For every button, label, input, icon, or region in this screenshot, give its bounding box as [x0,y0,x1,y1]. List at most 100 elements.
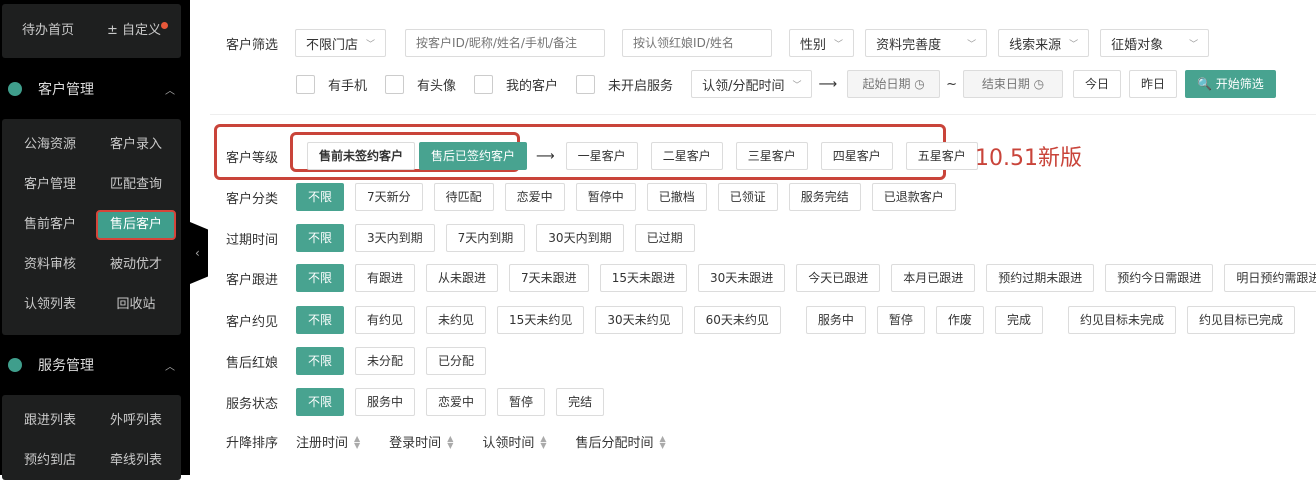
sidebar-item[interactable]: 资料审核 [10,250,90,280]
sort-option[interactable]: 售后分配时间 ▲ ▼ [576,432,666,451]
filter-option-button[interactable]: 不限 [296,183,345,211]
sort-option[interactable]: 认领时间 ▲ ▼ [482,432,546,451]
level-star-button[interactable]: 二星客户 [650,142,723,170]
sidebar-item[interactable]: 客户管理 [10,170,90,200]
sidebar-item[interactable]: 跟进列表 [10,406,90,436]
matchmaker-search-input[interactable] [622,29,773,57]
checkbox-box [474,74,494,94]
filter-option-button[interactable]: 未约见 [426,306,487,334]
section-customer-mgmt[interactable]: 客户管理 ︿ [6,74,181,104]
sidebar-item[interactable]: 认领列表 [10,290,90,320]
chevron-down-icon: ﹀ [967,39,977,50]
filter-option-button[interactable]: 15天未跟进 [599,264,687,292]
filter-option-button[interactable]: 已撤档 [646,183,707,211]
sidebar-item[interactable]: 公海资源 [10,130,90,160]
filter-row: 客户跟进 不限 有跟进 从未跟进 7天未跟进 15天未跟进 30天未跟进 今天已跟进 本月已跟进… [226,264,1316,292]
has-phone-checkbox[interactable]: 有手机 [296,74,368,94]
filter-option-button[interactable]: 3天内到期 [355,224,435,252]
filter-option-button[interactable]: 约见目标未完成 [1067,306,1176,334]
sort-arrows-icon: ▲ ▼ [659,433,666,450]
filter-option-button[interactable]: 已分配 [426,347,487,375]
filter-option-button[interactable]: 有约见 [355,306,416,334]
time-type-select[interactable]: 认领/分配时间 ﹀ [691,70,813,98]
filter-option-button[interactable]: 60天未约见 [693,306,781,334]
sort-option[interactable]: 注册时间 ▲ ▼ [296,432,360,451]
filter-option-button[interactable]: 完成 [994,306,1043,334]
filter-option-button[interactable]: 服务完结 [788,183,861,211]
filter-option-button[interactable]: 作废 [935,306,984,334]
sidebar-item[interactable]: 回收站 [96,290,176,320]
start-date-input[interactable] [847,70,941,98]
sidebar-item[interactable]: 售后客户 [96,210,176,240]
sidebar-item-custom[interactable]: ± 自定义 [94,16,174,46]
sidebar-item[interactable]: 匹配查询 [96,170,176,200]
service-not-started-checkbox[interactable]: 未开启服务 [576,74,673,94]
level-star-button[interactable]: 一星客户 [565,142,638,170]
filter-option-button[interactable]: 30天未跟进 [697,264,786,292]
filter-option-button[interactable]: 30天内到期 [536,224,624,252]
filter-option-button[interactable]: 已退款客户 [871,183,956,211]
filter-option-button[interactable]: 预约今日需跟进 [1105,264,1214,292]
filter-option-button[interactable]: 今天已跟进 [796,264,881,292]
store-select[interactable]: 不限门店 ﹀ [295,29,387,57]
sidebar-item[interactable]: 预约到店 [10,446,90,476]
filter-option-button[interactable]: 服务中 [355,388,416,416]
target-select[interactable]: 征婚对象 ﹀ [1100,29,1210,57]
filter-option-button[interactable]: 恋爱中 [426,388,487,416]
filter-option-button[interactable]: 不限 [296,347,345,375]
end-date-input[interactable] [963,70,1064,98]
level-postsale-button[interactable]: 售后已签约客户 [419,142,528,170]
filter-option-button[interactable]: 待匹配 [433,183,494,211]
filter-option-button[interactable]: 完结 [556,388,605,416]
has-avatar-checkbox[interactable]: 有头像 [385,74,456,94]
filter-option-button[interactable]: 7天新分 [355,183,423,211]
source-select[interactable]: 线索来源 ﹀ [998,29,1090,57]
level-star-button[interactable]: 四星客户 [820,142,893,170]
filter-option-button[interactable]: 未分配 [355,347,416,375]
sidebar-item[interactable]: 被动优才 [96,250,176,280]
filter-option-button[interactable]: 暂停中 [575,183,636,211]
level-presale-button[interactable]: 售前未签约客户 [307,142,416,170]
filter-option-button[interactable]: 服务中 [805,306,866,334]
filter-option-button[interactable]: 7天未跟进 [509,264,589,292]
my-customers-checkbox[interactable]: 我的客户 [474,74,558,94]
filter-option-button[interactable]: 不限 [296,224,345,252]
sidebar-item[interactable]: 售前客户 [10,210,90,240]
checkbox-label: 有手机 [328,78,368,94]
filter-option-button[interactable]: 15天未约见 [497,306,585,334]
customer-mgmt-panel: 公海资源 客户录入 客户管理 匹配查询 售前客户 售后客户 资料审核 被动优才 认领列表 回收站 [2,119,181,335]
filter-option-button[interactable]: 暂停 [497,388,546,416]
sidebar-item[interactable]: 客户录入 [96,130,176,160]
filter-option-button[interactable]: 7天内到期 [445,224,526,252]
filter-option-button[interactable]: 不限 [296,388,345,416]
filter-option-button[interactable]: 30天未约见 [595,306,683,334]
filter-option-button[interactable]: 从未跟进 [426,264,499,292]
gender-select[interactable]: 性别 ﹀ [789,29,855,57]
sidebar-item[interactable]: 牵线列表 [96,446,176,476]
filter-option-button[interactable]: 恋爱中 [504,183,565,211]
today-button[interactable]: 今日 [1073,70,1122,98]
start-filter-button[interactable]: 🔍 开始筛选 [1185,70,1276,98]
yesterday-button[interactable]: 昨日 [1129,70,1178,98]
customer-level-row: 客户等级 售前未签约客户 售后已签约客户 ⟶ 一星客户 二星客户 三星客户 四星客户五… [226,142,978,170]
filter-option-button[interactable]: 不限 [296,264,345,292]
filter-option-button[interactable]: 已领证 [717,183,778,211]
filter-option-button[interactable]: 本月已跟进 [891,264,976,292]
completeness-select[interactable]: 资料完善度 ﹀ [865,29,988,57]
filter-option-button[interactable]: 明日预约需跟进 [1224,264,1316,292]
level-star-button[interactable]: 三星客户 [735,142,808,170]
collapse-sidebar-button[interactable]: ‹ [190,222,208,284]
section-service-mgmt[interactable]: 服务管理 ︿ [6,350,181,380]
filter-option-button[interactable]: 暂停 [876,306,925,334]
filter-option-button[interactable]: 约见目标已完成 [1186,306,1295,334]
filter-option-button[interactable]: 有跟进 [355,264,416,292]
sort-option[interactable]: 登录时间 ▲ ▼ [389,432,453,451]
filter-option-button[interactable]: 已过期 [634,224,695,252]
filter-option-button[interactable]: 不限 [296,306,345,334]
sidebar-item[interactable]: 外呼列表 [96,406,176,436]
customer-search-input[interactable] [405,29,606,57]
sidebar-item-home[interactable]: 待办首页 [8,16,88,46]
chevron-down-icon: ﹀ [792,80,802,91]
level-star-button[interactable]: 五星客户 [905,142,978,170]
filter-option-button[interactable]: 预约过期未跟进 [986,264,1095,292]
